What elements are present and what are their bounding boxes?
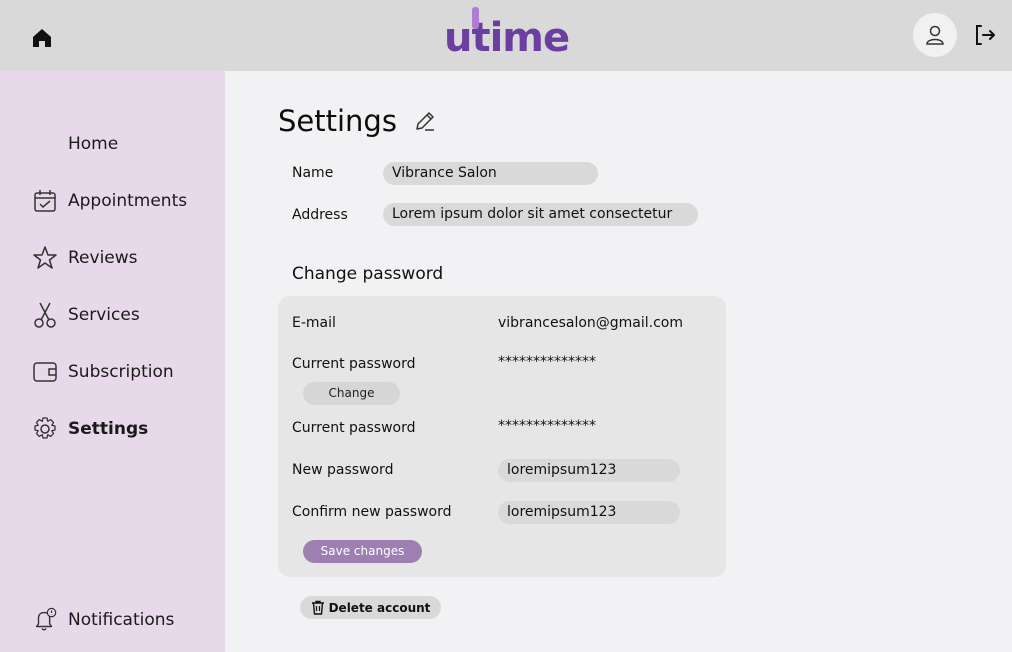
confirm-password-label: Confirm new password [292, 504, 452, 520]
change-password-panel: E-mail vibrancesalon@gmail.com Current p… [278, 296, 726, 577]
page-title: Settings [278, 104, 397, 138]
sidebar-item-notifications[interactable]: Notifications [32, 605, 174, 635]
utime-logo[interactable]: utime [444, 7, 570, 62]
name-label: Name [292, 165, 334, 181]
email-value: vibrancesalon@gmail.com [498, 315, 684, 331]
top-bar: utime [0, 0, 1012, 71]
sidebar-item-label: Settings [68, 419, 149, 439]
star-icon [32, 245, 58, 271]
email-label: E-mail [292, 315, 336, 331]
edit-icon[interactable] [413, 109, 437, 133]
bell-icon [32, 607, 58, 633]
sidebar-item-label: Reviews [68, 248, 138, 268]
change-button[interactable]: Change [303, 382, 400, 405]
calendar-icon [32, 188, 58, 214]
current-password-label-2: Current password [292, 420, 416, 436]
delete-account-label: Delete account [328, 600, 431, 615]
current-password-label: Current password [292, 356, 416, 372]
delete-account-button[interactable]: Delete account [300, 596, 441, 619]
sidebar-item-appointments[interactable]: Appointments [32, 186, 187, 216]
trash-icon [311, 600, 324, 615]
scissors-icon [32, 302, 58, 328]
logout-icon[interactable] [972, 22, 998, 48]
sidebar-item-label: Services [68, 305, 140, 325]
save-changes-button[interactable]: Save changes [303, 540, 422, 563]
new-password-label: New password [292, 462, 394, 478]
sidebar-item-settings[interactable]: Settings [32, 414, 148, 444]
sidebar-item-label: Subscription [68, 362, 174, 382]
address-label: Address [292, 207, 348, 223]
sidebar-item-label: Appointments [68, 191, 188, 211]
blank-icon [32, 131, 58, 157]
confirm-password-field[interactable]: loremipsum123 [498, 501, 680, 524]
sidebar-item-label: Notifications [68, 610, 175, 630]
gear-icon [32, 416, 58, 442]
sidebar-item-subscription[interactable]: Subscription [32, 357, 174, 387]
sidebar-item-services[interactable]: Services [32, 300, 140, 330]
sidebar-item-label: Home [68, 134, 119, 154]
sidebar-item-home[interactable]: Home [32, 129, 118, 159]
name-field[interactable]: Vibrance Salon [383, 162, 598, 185]
main-content: Settings Name Vibrance Salon Address Lor… [225, 71, 1012, 652]
sidebar: Home Appointments Reviews Services Subsc… [0, 71, 225, 652]
new-password-field[interactable]: loremipsum123 [498, 459, 680, 482]
home-icon[interactable] [30, 26, 54, 50]
wallet-icon [32, 359, 58, 385]
address-field[interactable]: Lorem ipsum dolor sit amet consectetur [383, 203, 698, 226]
sidebar-item-reviews[interactable]: Reviews [32, 243, 138, 273]
current-password-value: ************** [498, 354, 596, 370]
current-password-field[interactable]: ************** [498, 418, 596, 434]
change-password-title: Change password [292, 264, 444, 284]
user-icon[interactable] [913, 13, 957, 57]
